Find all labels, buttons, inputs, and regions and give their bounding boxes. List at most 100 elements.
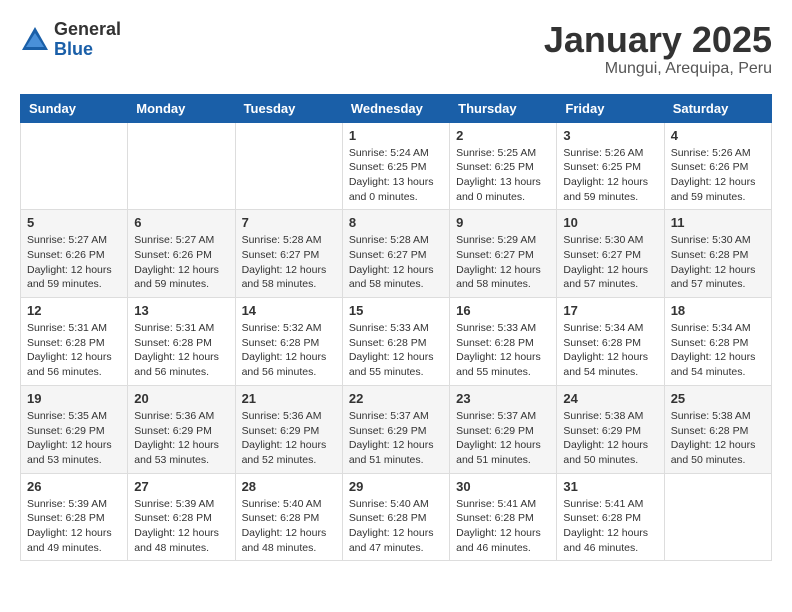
day-info: Sunrise: 5:29 AM Sunset: 6:27 PM Dayligh… [456, 233, 550, 292]
day-number: 9 [456, 215, 550, 230]
day-number: 5 [27, 215, 121, 230]
calendar-cell [21, 122, 128, 210]
calendar-cell: 26Sunrise: 5:39 AM Sunset: 6:28 PM Dayli… [21, 473, 128, 561]
day-info: Sunrise: 5:38 AM Sunset: 6:29 PM Dayligh… [563, 409, 657, 468]
weekday-header-tuesday: Tuesday [235, 94, 342, 122]
calendar-cell: 3 Sunrise: 5:26 AM Sunset: 6:25 PM Daylig… [557, 122, 664, 210]
weekday-header-saturday: Saturday [664, 94, 771, 122]
day-info: Sunrise: 5:30 AM Sunset: 6:27 PM Dayligh… [563, 233, 657, 292]
calendar-cell: 20Sunrise: 5:36 AM Sunset: 6:29 PM Dayli… [128, 385, 235, 473]
day-number: 23 [456, 391, 550, 406]
calendar-cell: 2Sunrise: 5:25 AM Sunset: 6:25 PM Daylig… [450, 122, 557, 210]
day-number: 10 [563, 215, 657, 230]
calendar: SundayMondayTuesdayWednesdayThursdayFrid… [20, 94, 772, 562]
weekday-header-monday: Monday [128, 94, 235, 122]
calendar-cell: 8 Sunrise: 5:28 AM Sunset: 6:27 PM Daylig… [342, 210, 449, 298]
day-number: 19 [27, 391, 121, 406]
day-info: Sunrise: 5:34 AM Sunset: 6:28 PM Dayligh… [563, 321, 657, 380]
calendar-cell: 25 Sunrise: 5:38 AM Sunset: 6:28 PM Dayli… [664, 385, 771, 473]
day-number: 27 [134, 479, 228, 494]
day-number: 25 [671, 391, 765, 406]
day-number: 18 [671, 303, 765, 318]
weekday-header-thursday: Thursday [450, 94, 557, 122]
calendar-cell: 21 Sunrise: 5:36 AM Sunset: 6:29 PM Dayli… [235, 385, 342, 473]
calendar-cell: 27 Sunrise: 5:39 AM Sunset: 6:28 PM Dayli… [128, 473, 235, 561]
day-number: 29 [349, 479, 443, 494]
week-row-3: 12Sunrise: 5:31 AM Sunset: 6:28 PM Dayli… [21, 298, 772, 386]
calendar-cell [128, 122, 235, 210]
calendar-cell: 31 Sunrise: 5:41 AM Sunset: 6:28 PM Dayli… [557, 473, 664, 561]
calendar-cell: 11Sunrise: 5:30 AM Sunset: 6:28 PM Dayli… [664, 210, 771, 298]
month-title: January 2025 [544, 20, 772, 60]
calendar-cell: 7 Sunrise: 5:28 AM Sunset: 6:27 PM Daylig… [235, 210, 342, 298]
weekday-header-sunday: Sunday [21, 94, 128, 122]
day-info: Sunrise: 5:28 AM Sunset: 6:27 PM Dayligh… [242, 233, 336, 292]
day-number: 15 [349, 303, 443, 318]
calendar-cell: 19 Sunrise: 5:35 AM Sunset: 6:29 PM Dayli… [21, 385, 128, 473]
weekday-header-friday: Friday [557, 94, 664, 122]
calendar-cell [664, 473, 771, 561]
day-info: Sunrise: 5:26 AM Sunset: 6:25 PM Dayligh… [563, 146, 657, 205]
day-info: Sunrise: 5:33 AM Sunset: 6:28 PM Dayligh… [349, 321, 443, 380]
calendar-cell: 30 Sunrise: 5:41 AM Sunset: 6:28 PM Dayli… [450, 473, 557, 561]
calendar-cell [235, 122, 342, 210]
day-number: 3 [563, 128, 657, 143]
day-number: 4 [671, 128, 765, 143]
logo-icon [20, 25, 50, 55]
day-info: Sunrise: 5:38 AM Sunset: 6:28 PM Dayligh… [671, 409, 765, 468]
day-info: Sunrise: 5:37 AM Sunset: 6:29 PM Dayligh… [349, 409, 443, 468]
day-number: 28 [242, 479, 336, 494]
day-number: 30 [456, 479, 550, 494]
day-number: 7 [242, 215, 336, 230]
location: Mungui, Arequipa, Peru [544, 60, 772, 78]
day-info: Sunrise: 5:39 AM Sunset: 6:28 PM Dayligh… [134, 497, 228, 556]
calendar-cell: 9 Sunrise: 5:29 AM Sunset: 6:27 PM Daylig… [450, 210, 557, 298]
calendar-cell: 17 Sunrise: 5:34 AM Sunset: 6:28 PM Dayli… [557, 298, 664, 386]
calendar-cell: 13 Sunrise: 5:31 AM Sunset: 6:28 PM Dayli… [128, 298, 235, 386]
day-info: Sunrise: 5:31 AM Sunset: 6:28 PM Dayligh… [134, 321, 228, 380]
day-number: 24 [563, 391, 657, 406]
calendar-cell: 22 Sunrise: 5:37 AM Sunset: 6:29 PM Dayli… [342, 385, 449, 473]
page-header: General Blue January 2025 Mungui, Arequi… [20, 20, 772, 78]
day-info: Sunrise: 5:40 AM Sunset: 6:28 PM Dayligh… [242, 497, 336, 556]
day-number: 17 [563, 303, 657, 318]
day-info: Sunrise: 5:41 AM Sunset: 6:28 PM Dayligh… [563, 497, 657, 556]
calendar-cell: 24 Sunrise: 5:38 AM Sunset: 6:29 PM Dayli… [557, 385, 664, 473]
day-number: 6 [134, 215, 228, 230]
day-info: Sunrise: 5:35 AM Sunset: 6:29 PM Dayligh… [27, 409, 121, 468]
day-number: 31 [563, 479, 657, 494]
logo-text: General Blue [54, 20, 121, 60]
day-info: Sunrise: 5:39 AM Sunset: 6:28 PM Dayligh… [27, 497, 121, 556]
weekday-header-wednesday: Wednesday [342, 94, 449, 122]
day-number: 22 [349, 391, 443, 406]
calendar-cell: 12Sunrise: 5:31 AM Sunset: 6:28 PM Dayli… [21, 298, 128, 386]
day-number: 21 [242, 391, 336, 406]
day-number: 16 [456, 303, 550, 318]
calendar-cell: 23Sunrise: 5:37 AM Sunset: 6:29 PM Dayli… [450, 385, 557, 473]
day-info: Sunrise: 5:26 AM Sunset: 6:26 PM Dayligh… [671, 146, 765, 205]
day-info: Sunrise: 5:28 AM Sunset: 6:27 PM Dayligh… [349, 233, 443, 292]
day-info: Sunrise: 5:25 AM Sunset: 6:25 PM Dayligh… [456, 146, 550, 205]
calendar-cell: 18 Sunrise: 5:34 AM Sunset: 6:28 PM Dayli… [664, 298, 771, 386]
day-info: Sunrise: 5:34 AM Sunset: 6:28 PM Dayligh… [671, 321, 765, 380]
day-number: 1 [349, 128, 443, 143]
logo: General Blue [20, 20, 121, 60]
calendar-cell: 1Sunrise: 5:24 AM Sunset: 6:25 PM Daylig… [342, 122, 449, 210]
day-number: 8 [349, 215, 443, 230]
week-row-1: 1Sunrise: 5:24 AM Sunset: 6:25 PM Daylig… [21, 122, 772, 210]
calendar-cell: 15 Sunrise: 5:33 AM Sunset: 6:28 PM Dayli… [342, 298, 449, 386]
logo-general: General [54, 20, 121, 40]
day-info: Sunrise: 5:41 AM Sunset: 6:28 PM Dayligh… [456, 497, 550, 556]
day-info: Sunrise: 5:36 AM Sunset: 6:29 PM Dayligh… [242, 409, 336, 468]
calendar-cell: 29 Sunrise: 5:40 AM Sunset: 6:28 PM Dayli… [342, 473, 449, 561]
day-number: 13 [134, 303, 228, 318]
day-info: Sunrise: 5:40 AM Sunset: 6:28 PM Dayligh… [349, 497, 443, 556]
day-info: Sunrise: 5:27 AM Sunset: 6:26 PM Dayligh… [134, 233, 228, 292]
week-row-2: 5 Sunrise: 5:27 AM Sunset: 6:26 PM Daylig… [21, 210, 772, 298]
day-info: Sunrise: 5:33 AM Sunset: 6:28 PM Dayligh… [456, 321, 550, 380]
calendar-cell: 10 Sunrise: 5:30 AM Sunset: 6:27 PM Dayli… [557, 210, 664, 298]
week-row-5: 26Sunrise: 5:39 AM Sunset: 6:28 PM Dayli… [21, 473, 772, 561]
week-row-4: 19 Sunrise: 5:35 AM Sunset: 6:29 PM Dayli… [21, 385, 772, 473]
calendar-cell: 5Sunrise: 5:27 AM Sunset: 6:26 PM Daylig… [21, 210, 128, 298]
title-area: January 2025 Mungui, Arequipa, Peru [544, 20, 772, 78]
